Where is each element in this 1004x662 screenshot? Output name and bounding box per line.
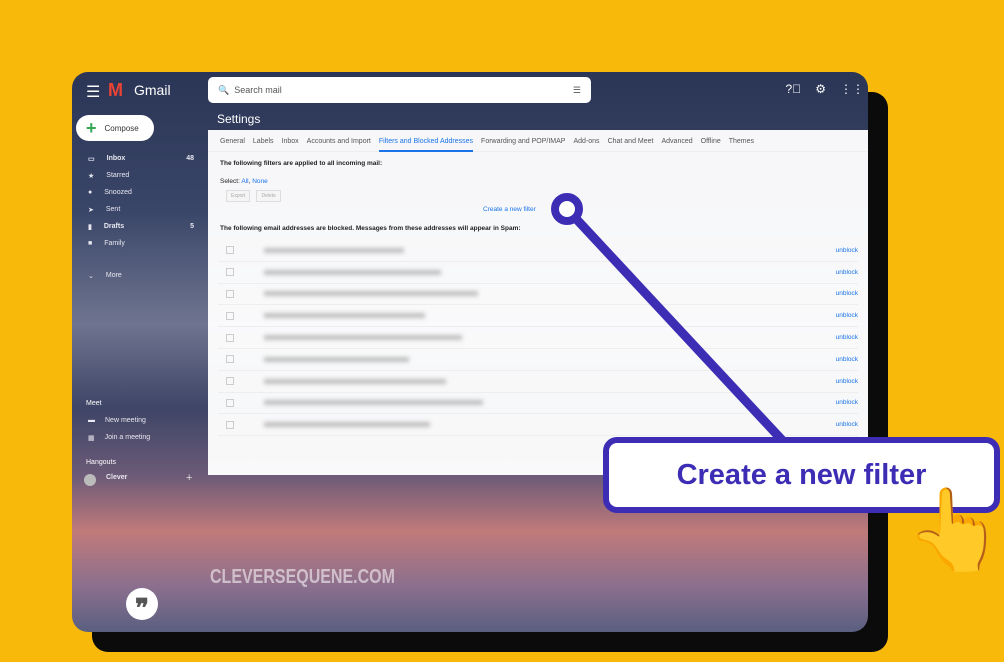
connector-circle	[551, 193, 583, 225]
hand-pointer-icon: 👆	[905, 485, 1004, 574]
connector-line	[563, 205, 786, 444]
pointer-connector	[551, 193, 786, 444]
